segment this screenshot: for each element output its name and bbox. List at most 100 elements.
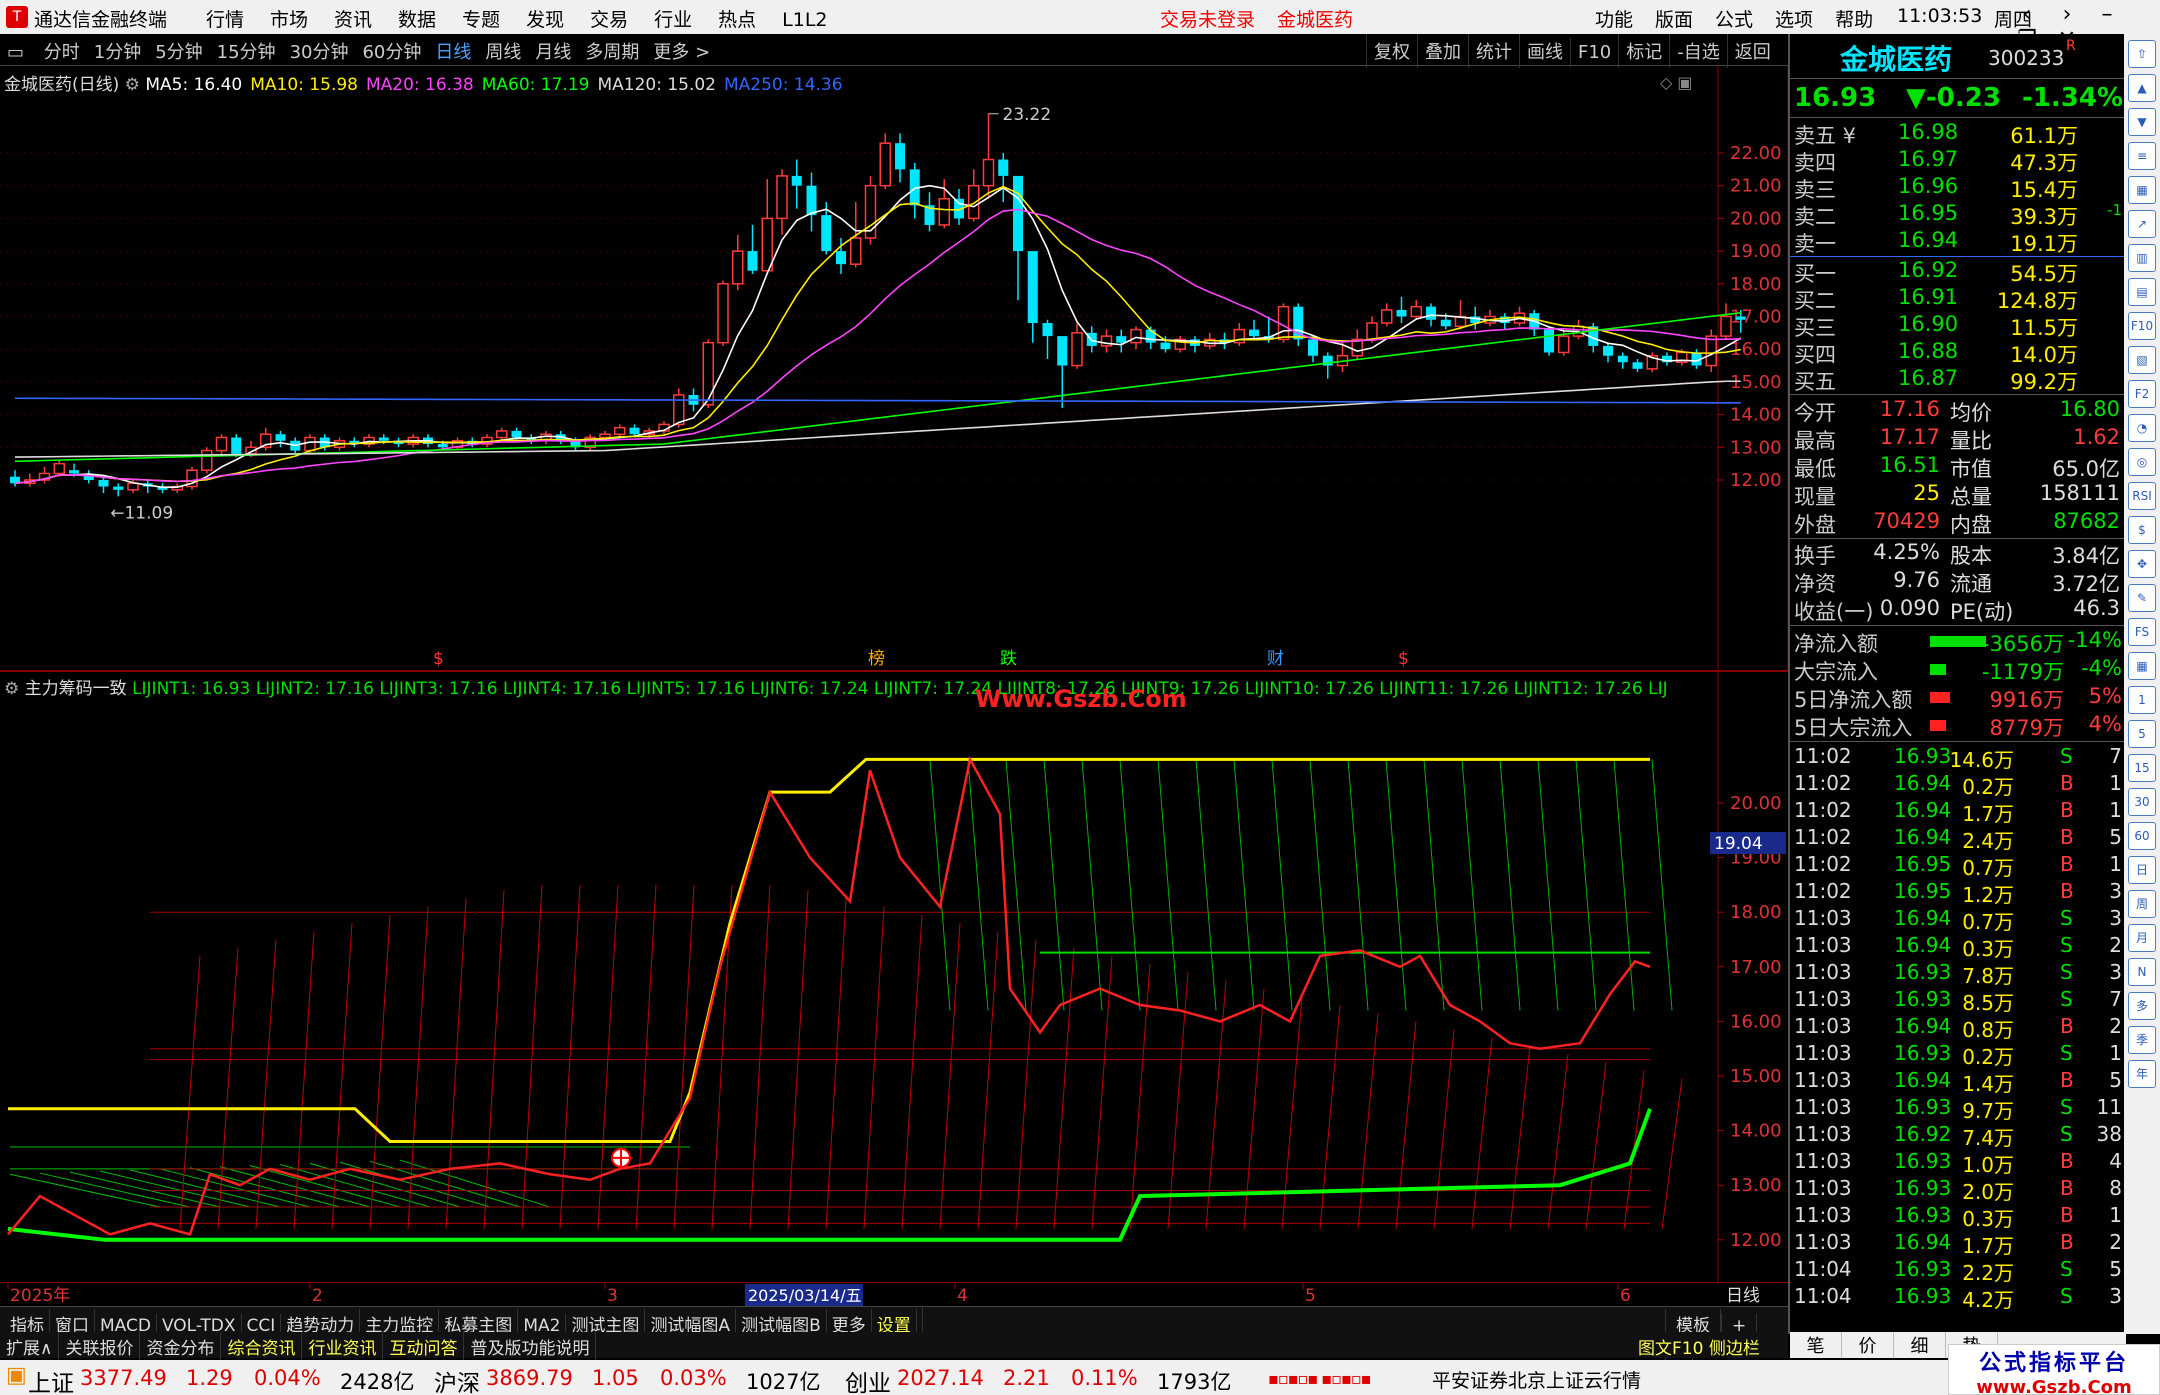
side-tool-icon[interactable]: F2 xyxy=(2128,380,2156,408)
bid-row[interactable]: 买五 16.87 99.2万 xyxy=(1790,366,2126,394)
bid-row[interactable]: 买三 16.90 11.5万 xyxy=(1790,312,2126,340)
toolbar-btn-4[interactable]: F10 xyxy=(1570,38,1618,67)
bid-row[interactable]: 买二 16.91 124.8万 xyxy=(1790,285,2126,313)
side-tool-icon[interactable]: 5 xyxy=(2128,720,2156,748)
menu-item-5[interactable]: 发现 xyxy=(526,9,564,31)
side-tool-icon[interactable]: 年 xyxy=(2128,1060,2156,1088)
toolbar-btn-7[interactable]: 返回 xyxy=(1726,34,1778,68)
period-tab-1[interactable]: 1分钟 xyxy=(87,34,148,68)
info-tab-5[interactable]: 互动问答 xyxy=(383,1332,465,1361)
toolbar-btn-3[interactable]: 画线 xyxy=(1519,34,1570,68)
toolbar-btn-0[interactable]: 复权 xyxy=(1366,34,1417,68)
period-tab-9[interactable]: 多周期 xyxy=(578,34,646,68)
warn-item-1[interactable]: 金城医药 xyxy=(1277,9,1353,31)
side-tool-icon[interactable]: $ xyxy=(2128,516,2156,544)
side-tool-icon[interactable]: 1 xyxy=(2128,686,2156,714)
index-name[interactable]: 上证 xyxy=(28,1364,74,1395)
panel-toggle-icon[interactable]: ▭ xyxy=(0,38,31,67)
info-tab-3[interactable]: 综合资讯 xyxy=(221,1332,303,1361)
menu-item-9[interactable]: L1L2 xyxy=(782,9,827,31)
ma5-line xyxy=(14,184,1742,488)
index-name[interactable]: 创业 xyxy=(845,1364,891,1395)
bid-row[interactable]: 买一 16.92 54.5万 xyxy=(1790,258,2126,286)
menu-item-2[interactable]: 资讯 xyxy=(334,9,372,31)
side-tool-icon[interactable]: FS xyxy=(2128,618,2156,646)
side-tool-icon[interactable]: ▦ xyxy=(2128,176,2156,204)
tick-tab-1[interactable]: 价 xyxy=(1842,1332,1894,1358)
info-tab-4[interactable]: 行业资讯 xyxy=(302,1332,384,1361)
side-tool-icon[interactable]: ▤ xyxy=(2128,278,2156,306)
menu-item-0[interactable]: 行情 xyxy=(206,9,244,31)
minimize-icon[interactable]: – xyxy=(2087,2,2127,27)
period-tab-0[interactable]: 分时 xyxy=(37,34,87,68)
side-tool-icon[interactable]: 月 xyxy=(2128,924,2156,952)
toolbar-btn-6[interactable]: -自选 xyxy=(1669,34,1727,68)
right-menu-item-0[interactable]: 功能 xyxy=(1595,9,1633,31)
info-tab-2[interactable]: 资金分布 xyxy=(140,1332,222,1361)
menu-item-1[interactable]: 市场 xyxy=(270,9,308,31)
menu-item-7[interactable]: 行业 xyxy=(654,9,692,31)
info-tab-6[interactable]: 普及版功能说明 xyxy=(464,1332,597,1361)
sub-chart-panel[interactable]: ⚙ 主力筹码一致 LIJINT1: 16.93 LIJINT2: 17.16 L… xyxy=(0,670,1788,1284)
period-tab-10[interactable]: 更多 > xyxy=(646,34,717,68)
server-name[interactable]: 平安证券北京上证云行情 xyxy=(1432,1366,1641,1393)
ask-row[interactable]: 卖五 ¥ 16.98 61.1万 xyxy=(1790,120,2126,148)
ask-row[interactable]: 卖一 16.94 19.1万 xyxy=(1790,228,2126,256)
side-tool-icon[interactable]: 60 xyxy=(2128,822,2156,850)
menu-item-3[interactable]: 数据 xyxy=(398,9,436,31)
period-tab-4[interactable]: 30分钟 xyxy=(283,34,356,68)
side-tool-icon[interactable]: ⇧ xyxy=(2128,40,2156,68)
period-tab-3[interactable]: 15分钟 xyxy=(210,34,283,68)
menu-item-4[interactable]: 专题 xyxy=(462,9,500,31)
right-menu-item-4[interactable]: 帮助 xyxy=(1835,9,1873,31)
side-tool-icon[interactable]: F10 xyxy=(2128,312,2156,340)
ask-row[interactable]: 卖四 16.97 47.3万 xyxy=(1790,147,2126,175)
info-tab-1[interactable]: 关联报价 xyxy=(59,1332,141,1361)
forward-icon[interactable]: › xyxy=(2047,2,2087,27)
period-tab-2[interactable]: 5分钟 xyxy=(148,34,209,68)
ask-row[interactable]: 卖三 16.96 15.4万 xyxy=(1790,174,2126,202)
side-tool-icon[interactable]: ▲ xyxy=(2128,74,2156,102)
side-tool-icon[interactable]: ✥ xyxy=(2128,550,2156,578)
side-tool-icon[interactable]: RSI xyxy=(2128,482,2156,510)
tick-tab-0[interactable]: 笔 xyxy=(1790,1332,1842,1358)
side-tool-icon[interactable]: 周 xyxy=(2128,890,2156,918)
toolbar-btn-2[interactable]: 统计 xyxy=(1468,34,1519,68)
period-tab-8[interactable]: 月线 xyxy=(528,34,578,68)
period-tab-7[interactable]: 周线 xyxy=(478,34,528,68)
side-tool-icon[interactable]: ✎ xyxy=(2128,584,2156,612)
side-tool-icon[interactable]: ◎ xyxy=(2128,448,2156,476)
chip-distribution-chart[interactable]: 20.0019.0018.0017.0016.0015.0014.0013.00… xyxy=(0,672,1788,1284)
side-tool-icon[interactable]: 多 xyxy=(2128,992,2156,1020)
side-tool-icon[interactable]: 30 xyxy=(2128,788,2156,816)
side-tool-icon[interactable]: ▦ xyxy=(2128,652,2156,680)
main-chart-panel[interactable]: 金城医药(日线) ⚙ MA5: 16.40 MA10: 15.98 MA20: 16… xyxy=(0,66,1788,670)
right-menu-item-1[interactable]: 版面 xyxy=(1655,9,1693,31)
menu-item-6[interactable]: 交易 xyxy=(590,9,628,31)
side-tool-icon[interactable]: 15 xyxy=(2128,754,2156,782)
side-tool-icon[interactable]: 季 xyxy=(2128,1026,2156,1054)
side-tool-icon[interactable]: ≡ xyxy=(2128,142,2156,170)
bid-row[interactable]: 买四 16.88 14.0万 xyxy=(1790,339,2126,367)
candlestick-chart[interactable]: 22.0021.0020.0019.0018.0017.0016.0015.00… xyxy=(0,66,1788,670)
side-tool-icon[interactable]: N xyxy=(2128,958,2156,986)
toolbar-btn-1[interactable]: 叠加 xyxy=(1417,34,1468,68)
period-tab-6[interactable]: 日线 xyxy=(428,34,478,68)
warn-item-0[interactable]: 交易未登录 xyxy=(1160,9,1255,31)
ask-row[interactable]: 卖二 16.95 39.3万 -1 xyxy=(1790,201,2126,229)
side-tool-icon[interactable]: 日 xyxy=(2128,856,2156,884)
side-tool-icon[interactable]: ↗ xyxy=(2128,210,2156,238)
back-icon[interactable]: ‹ xyxy=(2007,2,2047,27)
menu-item-8[interactable]: 热点 xyxy=(718,9,756,31)
info-tab-0[interactable]: 扩展∧ xyxy=(0,1332,60,1361)
toolbar-btn-5[interactable]: 标记 xyxy=(1618,34,1669,68)
side-tool-icon[interactable]: ▼ xyxy=(2128,108,2156,136)
tick-tab-2[interactable]: 细 xyxy=(1894,1332,1946,1358)
index-name[interactable]: 沪深 xyxy=(434,1364,480,1395)
right-menu-item-3[interactable]: 选项 xyxy=(1775,9,1813,31)
side-tool-icon[interactable]: ▧ xyxy=(2128,346,2156,374)
side-tool-icon[interactable]: ▥ xyxy=(2128,244,2156,272)
side-tool-icon[interactable]: ◔ xyxy=(2128,414,2156,442)
right-menu-item-2[interactable]: 公式 xyxy=(1715,9,1753,31)
period-tab-5[interactable]: 60分钟 xyxy=(355,34,428,68)
